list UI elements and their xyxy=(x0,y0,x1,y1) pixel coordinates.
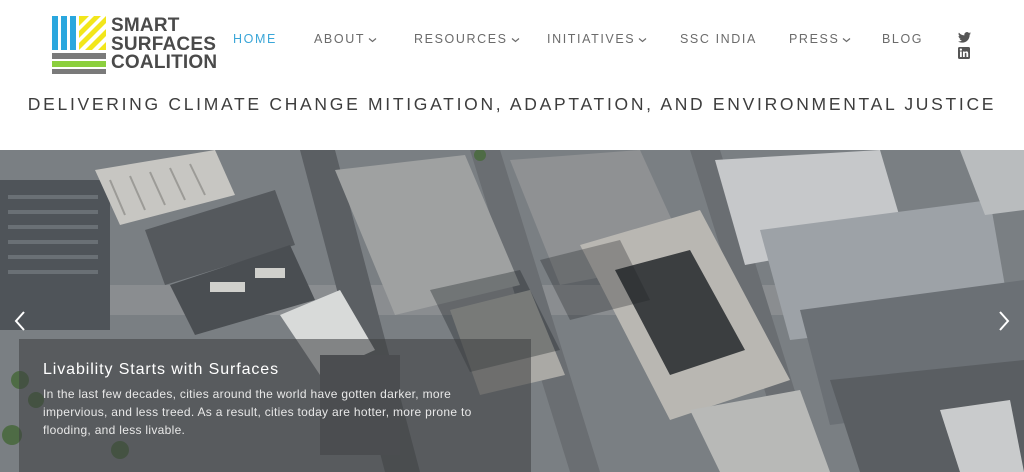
chevron-down-icon xyxy=(368,37,377,42)
slide-title: Livability Starts with Surfaces xyxy=(43,361,279,378)
nav-label: SSC INDIA xyxy=(680,32,757,46)
chevron-right-icon[interactable] xyxy=(996,310,1012,332)
chevron-down-icon xyxy=(511,37,519,42)
nav-item-resources[interactable]: RESOURCES xyxy=(414,32,520,46)
nav-item-press[interactable]: PRESS xyxy=(789,32,851,46)
nav-item-home[interactable]: HOME xyxy=(233,32,277,46)
site-tagline: DELIVERING CLIMATE CHANGE MITIGATION, AD… xyxy=(27,94,997,114)
chevron-left-icon[interactable] xyxy=(12,310,28,332)
nav-label: ABOUT xyxy=(314,32,366,46)
slide-caption: Livability Starts with Surfaces In the l… xyxy=(19,339,531,472)
main-nav: HOME ABOUT RESOURCES INITIATIVES SSC IND… xyxy=(0,32,1024,48)
twitter-icon[interactable] xyxy=(958,32,971,43)
nav-item-initiatives[interactable]: INITIATIVES xyxy=(547,32,647,46)
site-header: SMART SURFACES COALITION HOME ABOUT RESO… xyxy=(0,0,1024,150)
chevron-down-icon xyxy=(638,37,647,42)
slide-description: In the last few decades, cities around t… xyxy=(43,387,472,437)
nav-label: PRESS xyxy=(789,32,840,46)
nav-label: INITIATIVES xyxy=(547,32,636,46)
hero-slider: Livability Starts with Surfaces In the l… xyxy=(0,150,1024,472)
chevron-down-icon xyxy=(843,37,851,42)
linkedin-icon[interactable] xyxy=(958,47,970,59)
logo-line-3: COALITION xyxy=(111,52,218,73)
nav-label: RESOURCES xyxy=(414,32,508,46)
nav-item-blog[interactable]: BLOG xyxy=(882,32,923,46)
nav-item-about[interactable]: ABOUT xyxy=(314,32,377,46)
social-links xyxy=(958,32,972,63)
nav-item-ssc-india[interactable]: SSC INDIA xyxy=(680,32,757,46)
nav-label: BLOG xyxy=(882,32,924,46)
nav-label: HOME xyxy=(233,32,277,46)
